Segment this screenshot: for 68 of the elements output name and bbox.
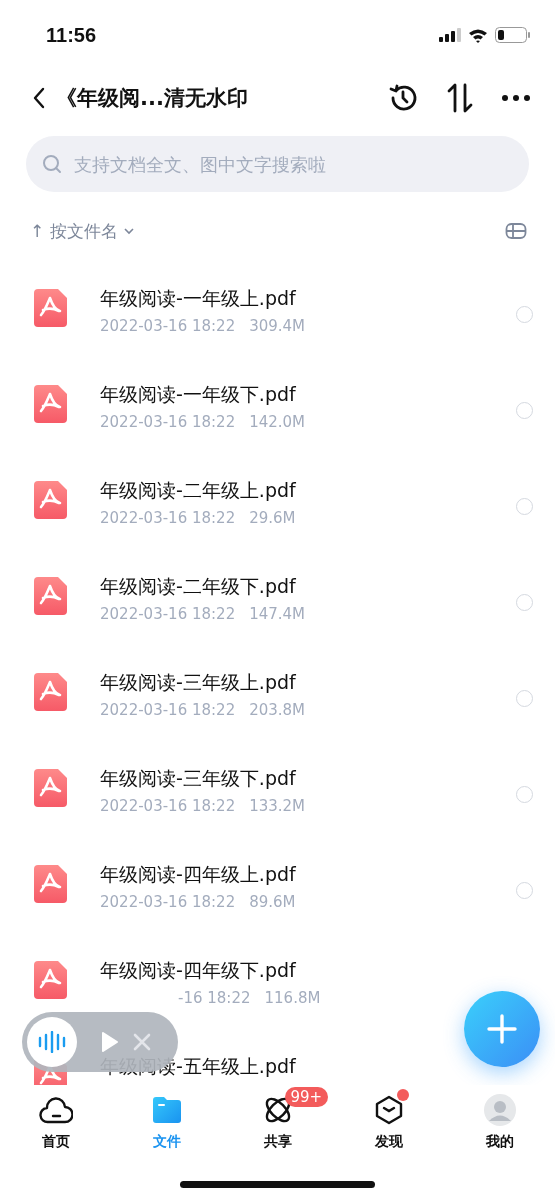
file-date: 2022-03-16 18:22 (100, 701, 236, 719)
chevron-down-icon (124, 227, 135, 235)
file-size: 203.8M (249, 701, 306, 719)
file-size: 89.6M (249, 893, 296, 911)
search-field[interactable]: 支持文档全文、图中文字搜索啦 (26, 136, 529, 192)
battery-icon (495, 27, 531, 43)
file-row[interactable]: 年级阅读-二年级上.pdf 2022-03-16 18:22 29.6M (0, 462, 555, 558)
pdf-file-icon (34, 769, 67, 807)
pdf-file-icon (34, 289, 67, 327)
file-name: 年级阅读-三年级上.pdf (100, 670, 297, 695)
voice-button[interactable] (27, 1017, 77, 1067)
back-button[interactable] (32, 87, 46, 109)
search-icon (42, 154, 62, 174)
avatar-icon (483, 1094, 516, 1126)
file-size: 142.0M (249, 413, 306, 431)
pdf-file-icon (34, 385, 67, 423)
pdf-file-icon (34, 865, 67, 903)
pdf-file-icon (34, 577, 67, 615)
file-name: 年级阅读-四年级下.pdf (100, 958, 297, 983)
file-date: 2022-03-16 18:22 (100, 509, 236, 527)
folder-title: 《年级阅...清无水印 (56, 85, 248, 112)
file-row[interactable]: 年级阅读-三年级上.pdf 2022-03-16 18:22 203.8M (0, 654, 555, 750)
file-name: 年级阅读-五年级上.pdf (100, 1054, 297, 1079)
add-button[interactable] (464, 991, 540, 1067)
file-name: 年级阅读-三年级下.pdf (100, 766, 297, 791)
tab[interactable]: 首页 (0, 1085, 111, 1200)
more-button[interactable] (501, 94, 531, 102)
plus-icon (487, 1014, 517, 1044)
file-date: 2022-03-16 18:22 (100, 893, 236, 911)
file-date: 2022-03-16 18:22 (100, 605, 236, 623)
count-badge: 99+ (284, 1087, 329, 1107)
status-time: 11:56 (46, 23, 97, 47)
sound-wave-icon (37, 1031, 67, 1053)
box-icon (374, 1095, 403, 1125)
file-row[interactable]: 年级阅读-四年级下.pdf -16 18:22 116.8M (0, 942, 555, 1038)
wifi-icon (468, 27, 488, 43)
file-date: 2022-03-16 18:22 (100, 413, 236, 431)
file-row[interactable]: 年级阅读-一年级上.pdf 2022-03-16 18:22 309.4M (0, 270, 555, 366)
file-size: 309.4M (249, 317, 306, 335)
file-row[interactable]: 年级阅读-四年级上.pdf 2022-03-16 18:22 89.6M (0, 846, 555, 942)
file-row[interactable]: 年级阅读-一年级下.pdf 2022-03-16 18:22 142.0M (0, 366, 555, 462)
file-size: 116.8M (264, 989, 321, 1007)
view-toggle-icon[interactable] (505, 222, 527, 240)
folder-icon (152, 1097, 181, 1123)
sort-button[interactable] (445, 82, 475, 114)
file-date: -16 18:22 (178, 989, 251, 1007)
pdf-file-icon (34, 481, 67, 519)
file-date: 2022-03-16 18:22 (100, 317, 236, 335)
play-icon[interactable] (101, 1031, 119, 1053)
file-row[interactable]: 年级阅读-二年级下.pdf 2022-03-16 18:22 147.4M (0, 558, 555, 654)
close-icon[interactable] (133, 1033, 151, 1051)
file-name: 年级阅读-一年级上.pdf (100, 286, 297, 311)
file-size: 29.6M (249, 509, 296, 527)
file-name: 年级阅读-一年级下.pdf (100, 382, 297, 407)
pdf-file-icon (34, 673, 67, 711)
file-row[interactable]: 年级阅读-三年级下.pdf 2022-03-16 18:22 133.2M (0, 750, 555, 846)
sort-by-name-button[interactable]: ↑ 按文件名 (30, 219, 135, 243)
tab[interactable]: 我的 (444, 1085, 555, 1200)
file-size: 133.2M (249, 797, 306, 815)
file-name: 年级阅读-四年级上.pdf (100, 862, 297, 887)
file-name: 年级阅读-二年级上.pdf (100, 478, 297, 503)
cloud-icon (38, 1096, 73, 1124)
search-input[interactable]: 支持文档全文、图中文字搜索啦 (72, 152, 513, 176)
signal-icon (439, 28, 461, 42)
file-date: 2022-03-16 18:22 (100, 797, 236, 815)
file-name: 年级阅读-二年级下.pdf (100, 574, 297, 599)
pdf-file-icon (34, 961, 67, 999)
file-size: 147.4M (249, 605, 306, 623)
